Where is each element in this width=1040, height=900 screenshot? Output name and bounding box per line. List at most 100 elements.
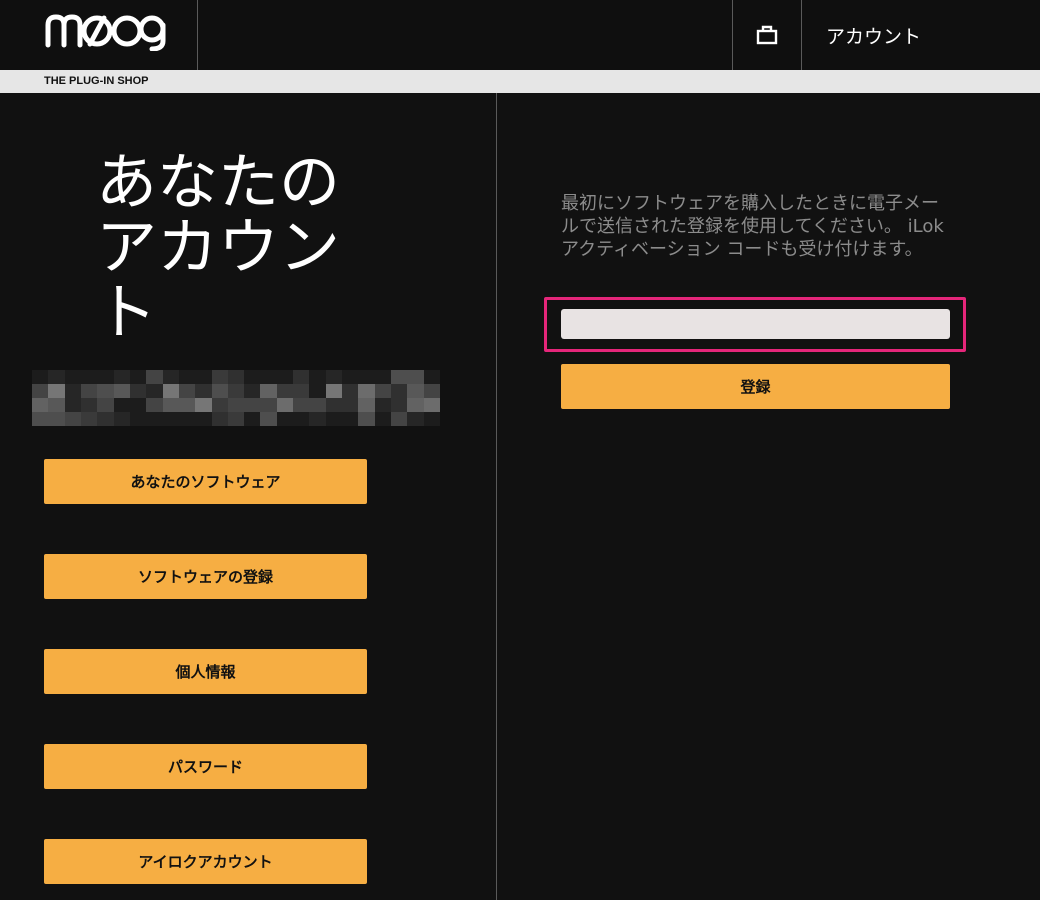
redacted-email	[32, 370, 440, 426]
redaction-pixel	[227, 412, 245, 426]
redaction-pixel	[48, 384, 65, 398]
redaction-pixel	[407, 412, 424, 426]
redaction-pixel	[64, 398, 81, 412]
redaction-pixel	[407, 384, 424, 398]
redaction-pixel	[80, 384, 98, 398]
redaction-pixel	[260, 384, 277, 398]
redaction-pixel	[293, 412, 310, 426]
redaction-pixel	[32, 384, 49, 398]
nav-password-button[interactable]: パスワード	[44, 744, 367, 789]
redaction-pixel	[146, 384, 163, 398]
nav-personal-info-button[interactable]: 個人情報	[44, 649, 367, 694]
nav-register-software-button[interactable]: ソフトウェアの登録	[44, 554, 367, 599]
redaction-pixel	[423, 370, 440, 384]
redaction-pixel	[129, 398, 147, 412]
redaction-pixel	[391, 384, 408, 398]
redaction-pixel	[211, 384, 228, 398]
redaction-pixel	[358, 384, 375, 398]
redaction-pixel	[342, 398, 359, 412]
redaction-pixel	[325, 370, 343, 384]
redaction-pixel	[178, 412, 196, 426]
redaction-pixel	[97, 384, 114, 398]
redaction-pixel	[162, 398, 179, 412]
redaction-pixel	[276, 370, 294, 384]
redaction-pixel	[293, 370, 310, 384]
redaction-pixel	[391, 398, 408, 412]
redaction-pixel	[260, 398, 277, 412]
redaction-pixel	[374, 370, 392, 384]
redaction-pixel	[178, 384, 196, 398]
redaction-pixel	[80, 370, 98, 384]
redaction-pixel	[407, 398, 424, 412]
redaction-pixel	[423, 412, 440, 426]
redaction-pixel	[146, 412, 163, 426]
nav-your-software-button[interactable]: あなたのソフトウェア	[44, 459, 367, 504]
redaction-pixel	[342, 384, 359, 398]
redaction-pixel	[97, 398, 114, 412]
redaction-pixel	[325, 412, 343, 426]
moog-logo[interactable]	[0, 0, 198, 70]
redaction-pixel	[178, 370, 196, 384]
redaction-pixel	[211, 398, 228, 412]
column-divider	[496, 93, 497, 900]
redaction-pixel	[374, 412, 392, 426]
redaction-pixel	[211, 412, 228, 426]
redaction-pixel	[342, 370, 359, 384]
redaction-pixel	[162, 370, 179, 384]
redaction-pixel	[32, 370, 49, 384]
redaction-pixel	[32, 412, 49, 426]
redaction-pixel	[162, 412, 179, 426]
redaction-pixel	[195, 384, 212, 398]
redaction-pixel	[260, 412, 277, 426]
redaction-pixel	[358, 412, 375, 426]
redaction-pixel	[32, 398, 49, 412]
redaction-pixel	[276, 412, 294, 426]
redaction-pixel	[309, 412, 326, 426]
redaction-pixel	[195, 370, 212, 384]
redaction-pixel	[325, 398, 343, 412]
site-header: アカウント	[0, 0, 1040, 70]
redaction-pixel	[64, 370, 81, 384]
redaction-pixel	[309, 384, 326, 398]
redaction-pixel	[227, 384, 245, 398]
redaction-pixel	[195, 412, 212, 426]
redaction-pixel	[293, 384, 310, 398]
redaction-pixel	[146, 398, 163, 412]
redaction-pixel	[293, 398, 310, 412]
register-button[interactable]: 登録	[561, 364, 950, 409]
redaction-pixel	[374, 384, 392, 398]
page-title: あなたのアカウント	[96, 147, 341, 348]
redaction-pixel	[342, 412, 359, 426]
redaction-pixel	[227, 398, 245, 412]
redaction-pixel	[129, 412, 147, 426]
redaction-pixel	[64, 384, 81, 398]
redaction-pixel	[113, 384, 130, 398]
nav-ilok-account-button[interactable]: アイロクアカウント	[44, 839, 367, 884]
account-link[interactable]: アカウント	[802, 0, 1040, 70]
redaction-pixel	[260, 370, 277, 384]
redaction-pixel	[113, 398, 130, 412]
redaction-pixel	[423, 398, 440, 412]
redaction-pixel	[80, 398, 98, 412]
shop-subtitle-bar: THE PLUG-IN SHOP	[0, 70, 1040, 93]
redaction-pixel	[48, 398, 65, 412]
redaction-pixel	[97, 370, 114, 384]
registration-code-input[interactable]	[561, 309, 950, 339]
redaction-pixel	[129, 370, 147, 384]
redaction-pixel	[80, 412, 98, 426]
redaction-pixel	[244, 412, 261, 426]
redaction-pixel	[64, 412, 81, 426]
redaction-pixel	[48, 412, 65, 426]
redaction-pixel	[162, 384, 179, 398]
redaction-pixel	[244, 398, 261, 412]
redaction-pixel	[211, 370, 228, 384]
redaction-pixel	[129, 384, 147, 398]
redaction-pixel	[276, 384, 294, 398]
redaction-pixel	[276, 398, 294, 412]
redaction-pixel	[374, 398, 392, 412]
shop-subtitle: THE PLUG-IN SHOP	[44, 75, 149, 87]
cart-button[interactable]	[732, 0, 802, 70]
redaction-pixel	[97, 412, 114, 426]
redaction-pixel	[358, 370, 375, 384]
redaction-pixel	[146, 370, 163, 384]
